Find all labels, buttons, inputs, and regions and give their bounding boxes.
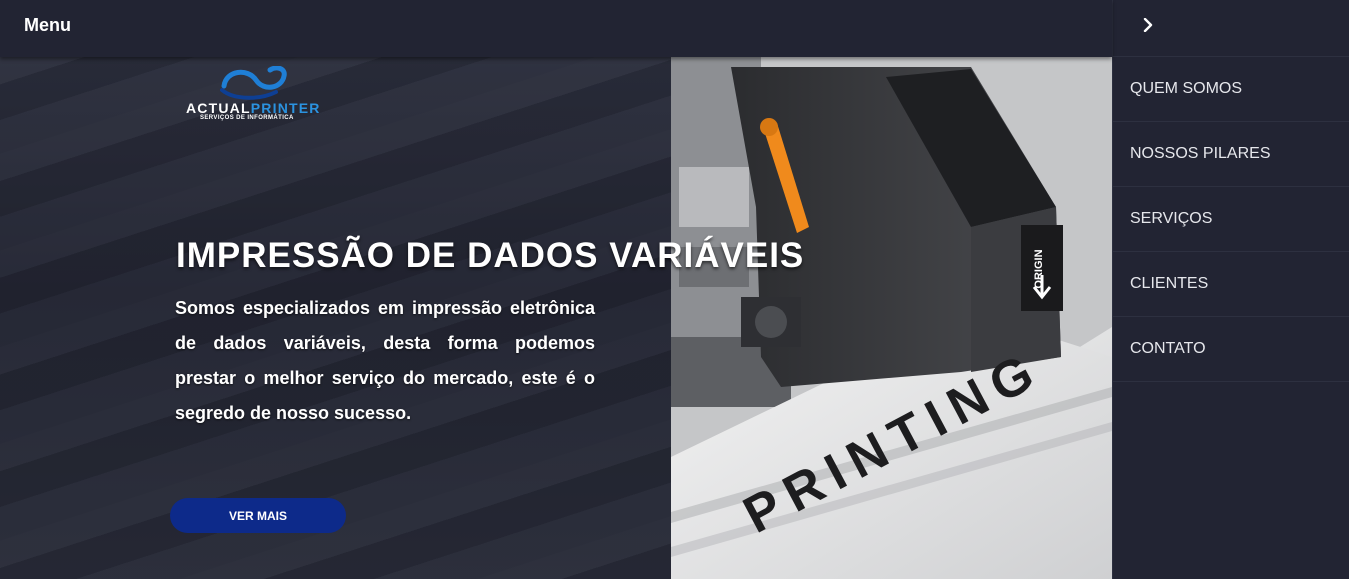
nav-item-quem-somos[interactable]: QUEM SOMOS	[1113, 57, 1349, 122]
printer-illustration: ORIGIN PRINTING	[671, 57, 1112, 579]
logo-swirl-icon	[220, 66, 287, 100]
nav-item-clientes[interactable]: CLIENTES	[1113, 252, 1349, 317]
logo-wordmark: ACTUALPRINTER	[186, 100, 321, 116]
top-bar: Menu	[0, 0, 1112, 57]
site-logo[interactable]: ACTUALPRINTER SERVIÇOS DE INFORMÁTICA	[186, 66, 326, 126]
nav-item-nossos-pilares[interactable]: NOSSOS PILARES	[1113, 122, 1349, 187]
chevron-right-icon	[1143, 18, 1153, 32]
logo-word-accent: PRINTER	[250, 100, 321, 116]
logo-word-main: ACTUAL	[186, 100, 251, 116]
close-menu-button[interactable]	[1113, 0, 1349, 57]
menu-toggle[interactable]: Menu	[24, 15, 71, 36]
nav-item-contato[interactable]: CONTATO	[1113, 317, 1349, 382]
side-navigation: QUEM SOMOS NOSSOS PILARES SERVIÇOS CLIEN…	[1112, 0, 1349, 579]
hero-description: Somos especializados em impressão eletrô…	[175, 298, 595, 423]
hero-printer-photo: ORIGIN PRINTING	[671, 57, 1112, 579]
logo-subtitle: SERVIÇOS DE INFORMÁTICA	[200, 115, 294, 121]
nav-item-servicos[interactable]: SERVIÇOS	[1113, 187, 1349, 252]
hero-title: IMPRESSÃO DE DADOS VARIÁVEIS	[176, 236, 805, 275]
ver-mais-button[interactable]: VER MAIS	[170, 498, 346, 533]
